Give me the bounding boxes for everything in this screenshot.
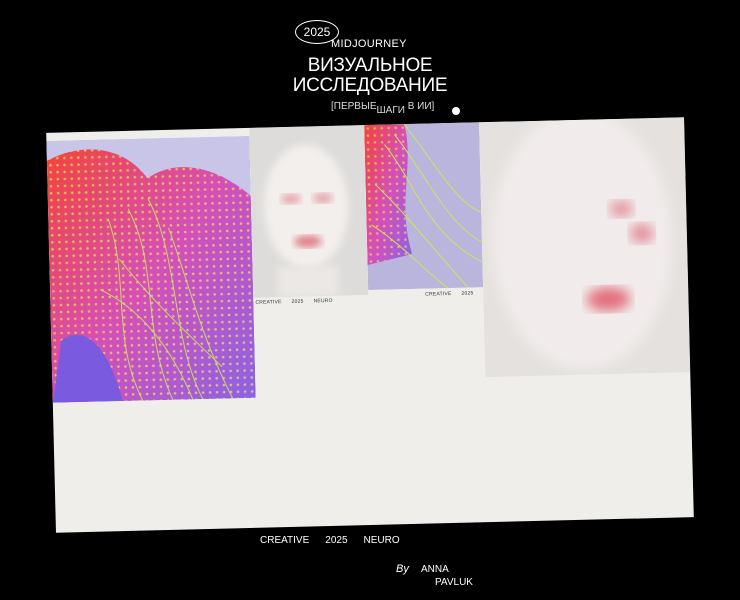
author-last-name: PAVLUK bbox=[435, 577, 473, 588]
collage-board: CREATIVE 2025 NEURO CREATIVE 2025 NEURO bbox=[46, 117, 694, 533]
brand-label: MIDJOURNEY bbox=[331, 38, 407, 50]
year-text: 2025 bbox=[303, 25, 331, 39]
caption-1-a: CREATIVE bbox=[255, 299, 282, 306]
abstract-artwork-2 bbox=[364, 122, 484, 291]
caption-1-c: NEURO bbox=[313, 297, 333, 305]
caption-2-b: 2025 bbox=[461, 290, 474, 297]
face-artwork-1 bbox=[249, 125, 369, 298]
page-title: ВИЗУАЛЬНОЕ ИССЛЕДОВАНИЕ bbox=[270, 56, 470, 96]
author-name: ANNA PAVLUK bbox=[421, 563, 473, 589]
caption-2-a: CREATIVE bbox=[425, 291, 452, 298]
abstract-artwork-1 bbox=[46, 135, 256, 403]
subtitle-part-2: ШАГИ bbox=[376, 105, 405, 116]
footer-tag-year: 2025 bbox=[325, 535, 348, 546]
by-label: By bbox=[396, 563, 409, 575]
title-line-2: ИССЛЕДОВАНИЕ bbox=[292, 75, 448, 96]
card-caption-1: CREATIVE 2025 NEURO bbox=[255, 298, 332, 306]
face-artwork-2 bbox=[479, 117, 691, 378]
subtitle: [ПЕРВЫЕШАГИ В ИИ] bbox=[331, 101, 435, 116]
footer-tag-neuro: NEURO bbox=[363, 535, 400, 546]
subtitle-part-3: В ИИ] bbox=[407, 101, 435, 112]
decor-dot bbox=[452, 107, 460, 115]
caption-1-b: 2025 bbox=[291, 298, 304, 305]
footer-tag-creative: CREATIVE bbox=[260, 535, 310, 546]
title-line-1: ВИЗУАЛЬНОЕ bbox=[307, 55, 433, 76]
subtitle-part-1: [ПЕРВЫЕ bbox=[331, 101, 377, 112]
author-first-name: ANNA bbox=[421, 564, 449, 575]
footer-tags: CREATIVE 2025 NEURO bbox=[260, 535, 400, 546]
